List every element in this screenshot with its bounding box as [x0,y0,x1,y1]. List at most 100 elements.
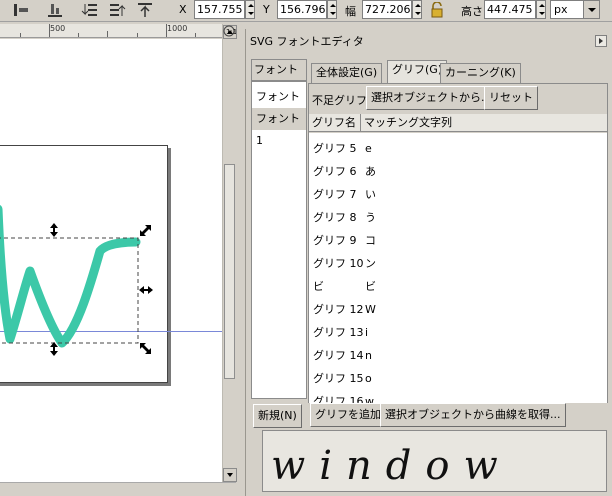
y-spin-button[interactable] [327,0,337,19]
column-matching-string[interactable]: マッチング文字列 [361,114,607,132]
width-spin-button[interactable] [412,0,422,19]
glyph-name: グリフ 12 [313,303,364,316]
glyph-list[interactable]: グリフ 5 e グリフ 6 あ グリフ 7 い グリフ 8 う グリフ 9 コ グリフ 1… [309,133,607,403]
reset-button[interactable]: リセット [484,86,538,110]
font-list[interactable]: フォント 2 フォント 1 [251,81,307,399]
glyph-char: w [365,395,374,403]
font-menu-button[interactable]: フォント(F) [251,59,307,96]
scale-handle-bottom-icon[interactable] [48,342,60,356]
glyph-char: e [365,142,372,155]
width-input[interactable]: 727.206 [362,0,412,19]
glyph-panel: 不足グリフ: 選択オブジェクトから... リセット グリフ名 マッチング文字列 … [308,83,608,403]
table-row[interactable]: グリフ 12 W [309,298,607,321]
ruler-tick [49,24,50,37]
tab-glyphs[interactable]: グリフ(G) [387,60,448,84]
glyph-name: グリフ 7 [313,188,357,201]
ruler-tick [195,33,196,37]
table-row[interactable]: グリフ 7 い [309,183,607,206]
height-label: 高さ [461,5,483,18]
table-row[interactable]: グリフ 5 e [309,137,607,160]
w-glyph-path[interactable] [0,204,141,348]
scale-handle-corner-icon[interactable] [139,342,152,355]
new-font-button[interactable]: 新規(N) [253,404,302,428]
width-label: 幅 [345,5,356,18]
get-curves-from-selection-button[interactable]: 選択オブジェクトから曲線を取得... [380,403,566,427]
font-list-item-selected[interactable]: フォント 1 [252,108,306,147]
table-row[interactable]: グリフ 15 o [309,367,607,390]
glyph-name: グリフ 14 [313,349,364,362]
glyph-name: グリフ 6 [313,165,357,178]
x-label: X [179,3,187,16]
font-preview: window [262,430,607,492]
horizontal-scrollbar[interactable] [0,482,236,496]
height-spin-button[interactable] [536,0,546,19]
font-list-item[interactable]: フォント 2 [252,86,306,125]
scale-handle-corner-icon[interactable] [139,224,152,237]
chevron-down-icon [227,473,233,477]
tab-global-settings[interactable]: 全体設定(G) [311,63,383,83]
ruler-mark: 1000 [167,24,188,33]
ruler-tick [78,33,79,37]
align-icon[interactable] [12,1,30,19]
y-label: Y [263,3,270,16]
horizontal-ruler: 500 1000 [0,24,222,38]
glyph-name: グリフ 15 [313,372,364,385]
glyph-name: グリフ 13 [313,326,364,339]
align-bottom-icon[interactable] [46,1,64,19]
raise-to-top-icon[interactable] [136,1,154,19]
glyph-name: グリフ 16 [313,395,364,403]
glyph-name: グリフ 8 [313,211,357,224]
glyph-name: ビ [313,280,324,293]
x-spin-button[interactable] [245,0,255,19]
scrollbar-thumb[interactable] [224,164,235,379]
lock-icon[interactable] [430,2,444,18]
glyph-char: W [365,303,376,316]
toolbar: X 157.755 Y 156.796 幅 727.206 高さ 447.475… [0,0,612,22]
scroll-down-button[interactable] [223,468,237,482]
table-row[interactable]: グリフ 9 コ [309,229,607,252]
svg-font-editor-dialog: SVG フォントエディタ フォント(F) フォント 2 フォント 1 全体設定(… [245,29,612,496]
scale-handle-right-icon[interactable] [139,284,153,296]
drawing-canvas[interactable] [0,39,222,482]
preview-text: window [271,443,512,489]
zoom-fit-icon[interactable]: 1:1 [222,24,236,38]
tab-kerning[interactable]: カーニング(K) [440,63,521,83]
glyph-char: ビ [365,280,376,293]
glyph-name: グリフ 10 [313,257,364,270]
glyph-char: i [365,326,369,339]
dialog-title: SVG フォントエディタ [250,35,364,48]
missing-glyph-from-selection-button[interactable]: 選択オブジェクトから... [366,86,497,110]
add-glyph-button[interactable]: グリフを追加 [310,403,386,427]
glyph-char: い [365,188,376,201]
height-input[interactable]: 447.475 [484,0,536,19]
glyph-drawing[interactable] [0,39,222,482]
glyph-char: コ [365,234,376,247]
ruler-tick [166,24,167,37]
table-row[interactable]: グリフ 14 n [309,344,607,367]
x-input[interactable]: 157.755 [194,0,245,19]
glyph-name: グリフ 5 [313,142,357,155]
chevron-down-icon[interactable] [583,1,599,18]
glyph-char: あ [365,165,376,178]
ruler-mark: 500 [50,24,66,33]
raise-icon[interactable] [108,1,126,19]
glyph-name: グリフ 9 [313,234,357,247]
table-row[interactable]: グリフ 13 i [309,321,607,344]
table-row[interactable]: グリフ 10 ン [309,252,607,275]
glyph-table-header: グリフ名 マッチング文字列 [309,114,607,132]
table-row[interactable]: グリフ 6 あ [309,160,607,183]
svg-text:1:1: 1:1 [226,28,236,36]
unit-value: px [554,3,568,16]
glyph-char: う [365,211,376,224]
table-row[interactable]: グリフ 8 う [309,206,607,229]
dialog-collapse-button[interactable] [595,35,607,47]
ruler-tick [137,33,138,37]
column-glyph-name[interactable]: グリフ名 [309,114,361,132]
table-row[interactable]: グリフ 16 w [309,390,607,403]
vertical-scrollbar[interactable] [222,24,237,482]
missing-glyph-label: 不足グリフ: [312,94,371,107]
y-input[interactable]: 156.796 [277,0,327,19]
lower-icon[interactable] [80,1,98,19]
table-row[interactable]: ビビ [309,275,607,298]
scale-handle-top-icon[interactable] [48,223,60,237]
